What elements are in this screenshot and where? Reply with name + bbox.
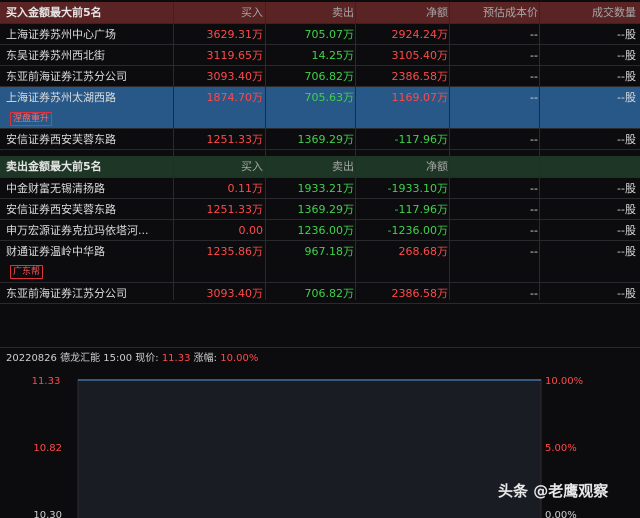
sell-amount: 1236.00万 xyxy=(297,224,355,237)
net-amount: 2924.24万 xyxy=(391,28,449,41)
table-row[interactable]: 上海证券苏州中心广场 3629.31万 705.07万 2924.24万 -- … xyxy=(0,24,640,45)
volume: --股 xyxy=(617,91,636,104)
broker-name: 安信证券西安芙蓉东路 xyxy=(6,203,116,216)
cost-price: -- xyxy=(530,133,538,146)
table-row[interactable]: 东亚前海证券江苏分公司 3093.40万 706.82万 2386.58万 --… xyxy=(0,66,640,87)
sell-amount: 14.25万 xyxy=(311,49,355,62)
cost-price: -- xyxy=(530,49,538,62)
cost-price: -- xyxy=(530,287,538,300)
sell-amount: 706.82万 xyxy=(304,70,355,83)
right-tick-label: 0.00% xyxy=(545,510,577,518)
net-amount: 3105.40万 xyxy=(391,49,449,62)
broker-name: 东吴证券苏州西北街 xyxy=(6,49,105,62)
sell-amount: 705.07万 xyxy=(304,28,355,41)
broker-name: 东亚前海证券江苏分公司 xyxy=(6,70,127,83)
sell-amount: 1933.21万 xyxy=(297,182,355,195)
volume: --股 xyxy=(617,224,636,237)
current-price: 11.33 xyxy=(161,353,191,364)
date-stock-label: 20220826 德龙汇能 15:00 现价: xyxy=(6,353,159,364)
table-row[interactable]: 中金财富无锡清扬路 0.11万 1933.21万 -1933.10万 -- --… xyxy=(0,178,640,199)
col-buy-header[interactable]: 买入 xyxy=(176,156,263,178)
sell-amount: 967.18万 xyxy=(304,245,355,258)
col-avg-header[interactable]: 成交数量 xyxy=(542,2,636,24)
volume: --股 xyxy=(617,287,636,300)
cost-price: -- xyxy=(530,224,538,237)
buy-amount: 0.00 xyxy=(238,224,264,237)
left-tick-label: 11.33 xyxy=(32,376,61,387)
broker-name: 上海证券苏州中心广场 xyxy=(6,28,116,41)
watermark-logo: 头条 @老鹰观察 xyxy=(498,482,609,500)
col-sell-header[interactable]: 卖出 xyxy=(268,156,354,178)
trader-tag-badge[interactable]: 广东帮 xyxy=(10,265,44,279)
col-net-header[interactable]: 净额 xyxy=(358,2,448,24)
sell-amount: 1369.29万 xyxy=(297,133,355,146)
table-row[interactable]: 财通证券温岭中华路 1235.86万 967.18万 268.68万 -- --… xyxy=(0,241,640,283)
broker-name: 上海证券苏州太湖西路 xyxy=(6,91,116,104)
right-tick-label: 5.00% xyxy=(545,443,577,454)
sell-amount: 705.63万 xyxy=(304,91,355,104)
buy-amount: 3119.65万 xyxy=(206,49,264,62)
net-amount: -1236.00万 xyxy=(387,224,448,237)
volume: --股 xyxy=(617,245,636,258)
volume: --股 xyxy=(617,49,636,62)
cost-price: -- xyxy=(530,70,538,83)
broker-name: 中金财富无锡清扬路 xyxy=(6,182,105,195)
chart-plot-area xyxy=(78,379,541,518)
quote-info-bar: 20220826 德龙汇能 15:00 现价: 11.33 涨幅: 10.00% xyxy=(0,347,640,369)
buy-amount: 3093.40万 xyxy=(206,287,264,300)
volume: --股 xyxy=(617,182,636,195)
broker-name: 申万宏源证券克拉玛依塔河... xyxy=(6,224,149,237)
cost-price: -- xyxy=(530,182,538,195)
col-sell-header[interactable]: 卖出 xyxy=(268,2,354,24)
volume: --股 xyxy=(617,133,636,146)
cost-price: -- xyxy=(530,28,538,41)
col-buy-header[interactable]: 买入 xyxy=(176,2,263,24)
net-amount: 268.68万 xyxy=(398,245,449,258)
table-row-selected[interactable]: 上海证券苏州太湖西路 1874.70万 705.63万 1169.07万 -- … xyxy=(0,87,640,129)
buy-amount: 0.11万 xyxy=(227,182,264,195)
left-tick-label: 10.82 xyxy=(33,443,62,454)
left-tick-label: 10.30 xyxy=(33,510,62,518)
buy-amount: 1874.70万 xyxy=(206,91,264,104)
right-tick-label: 10.00% xyxy=(545,376,583,387)
broker-name: 东亚前海证券江苏分公司 xyxy=(6,287,127,300)
table-row[interactable]: 东吴证券苏州西北街 3119.65万 14.25万 3105.40万 -- --… xyxy=(0,45,640,66)
net-amount: -1933.10万 xyxy=(387,182,448,195)
buy-amount: 3629.31万 xyxy=(206,28,264,41)
volume: --股 xyxy=(617,70,636,83)
sell-table-header: 卖出金额最大前5名 买入 卖出 净额 xyxy=(0,156,640,178)
table-row[interactable]: 安信证券西安芙蓉东路 1251.33万 1369.29万 -117.96万 --… xyxy=(0,129,640,150)
buy-amount: 1251.33万 xyxy=(206,203,264,216)
buy-amount: 1251.33万 xyxy=(206,133,264,146)
net-amount: -117.96万 xyxy=(394,203,448,216)
sell-amount: 706.82万 xyxy=(304,287,355,300)
col-cost-header[interactable]: 预估成本价 xyxy=(452,2,538,24)
net-amount: 2386.58万 xyxy=(391,287,449,300)
table-row[interactable]: 东亚前海证券江苏分公司 3093.40万 706.82万 2386.58万 --… xyxy=(0,283,640,304)
buy-section-title: 买入金额最大前5名 xyxy=(6,6,102,19)
net-amount: 2386.58万 xyxy=(391,70,449,83)
volume: --股 xyxy=(617,203,636,216)
cost-price: -- xyxy=(530,91,538,104)
net-amount: 1169.07万 xyxy=(391,91,449,104)
broker-name: 财通证券温岭中华路 xyxy=(6,245,105,258)
cost-price: -- xyxy=(530,203,538,216)
sell-section-title: 卖出金额最大前5名 xyxy=(6,160,102,173)
trader-tag-badge[interactable]: 涅盘重升 xyxy=(10,112,53,126)
table-row[interactable]: 申万宏源证券克拉玛依塔河... 0.00 1236.00万 -1236.00万 … xyxy=(0,220,640,241)
table-row[interactable]: 安信证券西安芙蓉东路 1251.33万 1369.29万 -117.96万 --… xyxy=(0,199,640,220)
net-amount: -117.96万 xyxy=(394,133,448,146)
buy-amount: 3093.40万 xyxy=(206,70,264,83)
change-percent: 10.00% xyxy=(220,353,259,364)
sell-amount: 1369.29万 xyxy=(297,203,355,216)
col-net-header[interactable]: 净额 xyxy=(358,156,448,178)
change-label: 涨幅: xyxy=(193,353,218,364)
cost-price: -- xyxy=(530,245,538,258)
broker-name: 安信证券西安芙蓉东路 xyxy=(6,133,116,146)
buy-amount: 1235.86万 xyxy=(206,245,264,258)
volume: --股 xyxy=(617,28,636,41)
buy-table-header: 买入金额最大前5名 买入 卖出 净额 预估成本价 成交数量 xyxy=(0,2,640,24)
